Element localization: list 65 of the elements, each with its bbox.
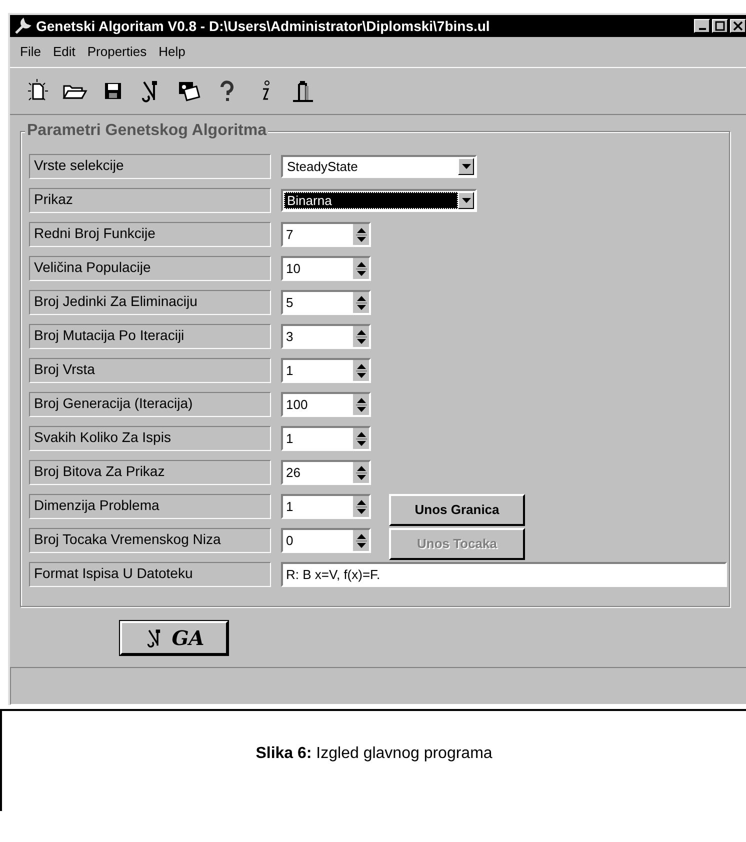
field-label: Broj Vrsta — [29, 358, 271, 383]
close-icon — [733, 21, 743, 31]
spin-arrows-icon[interactable] — [352, 462, 369, 483]
wrench-icon — [14, 17, 32, 35]
dropdown-value: Binarna — [284, 192, 458, 209]
spin-arrows-icon[interactable] — [352, 258, 369, 279]
field-label: Broj Tocaka Vremenskog Niza — [29, 528, 271, 553]
spin-arrows-icon[interactable] — [352, 292, 369, 313]
field-label: Prikaz — [29, 188, 271, 213]
spin-value: 10 — [285, 261, 302, 276]
spin-box[interactable]: 5 — [281, 290, 371, 315]
spin-box[interactable]: 10 — [281, 256, 371, 281]
spin-arrows-icon[interactable] — [352, 326, 369, 347]
spin-box[interactable]: 1 — [281, 494, 371, 519]
field-label: Broj Jedinki Za Eliminaciju — [29, 290, 271, 315]
spin-arrows-icon[interactable] — [352, 530, 369, 551]
spin-value: 5 — [285, 295, 294, 310]
minimize-button[interactable] — [694, 19, 710, 33]
spin-value: 26 — [285, 465, 302, 480]
spin-box[interactable]: 1 — [281, 358, 371, 383]
field-label: Redni Broj Funkcije — [29, 222, 271, 247]
spin-box[interactable]: 7 — [281, 222, 371, 247]
window-title: Genetski Algoritam V0.8 - D:\Users\Administrator\Diplomski\7bins.ul — [36, 18, 491, 34]
dropdown[interactable]: SteadyState — [281, 155, 477, 178]
menu-item[interactable]: Help — [154, 44, 190, 58]
field-label: Format Ispisa U Datoteku — [29, 562, 271, 587]
spin-box[interactable]: 0 — [281, 528, 371, 553]
group-title: Parametri Genetskog Algoritma — [25, 123, 268, 139]
spin-value: 1 — [285, 499, 294, 514]
dropdown-value: SteadyState — [286, 158, 359, 175]
spin-value: 1 — [285, 431, 294, 446]
spin-box[interactable]: 100 — [281, 392, 371, 417]
maximize-icon — [715, 21, 725, 31]
spin-arrows-icon[interactable] — [352, 360, 369, 381]
run-button[interactable]: GA — [120, 621, 228, 655]
field-label: Dimenzija Problema — [29, 494, 271, 519]
spin-arrows-icon[interactable] — [352, 394, 369, 415]
menu-item[interactable]: Properties — [83, 44, 151, 58]
spin-value: 1 — [285, 363, 294, 378]
field-label: Veličina Populacije — [29, 256, 271, 281]
spin-arrows-icon[interactable] — [352, 496, 369, 517]
field-label: Broj Mutacija Po Iteraciji — [29, 324, 271, 349]
spin-value: 3 — [285, 329, 294, 344]
spin-arrows-icon[interactable] — [352, 428, 369, 449]
figure-caption: Slika 6: Izgled glavnog programa — [254, 745, 494, 763]
door-exit-icon[interactable] — [290, 78, 316, 104]
field-label: Vrste selekcije — [29, 154, 271, 179]
spin-arrows-icon[interactable] — [352, 224, 369, 245]
action-button[interactable]: Unos Granica — [389, 494, 525, 526]
spin-box[interactable]: 26 — [281, 460, 371, 485]
field-label: Svakih Koliko Za Ispis — [29, 426, 271, 451]
field-label: Broj Generacija (Iteracija) — [29, 392, 271, 417]
maximize-button[interactable] — [712, 19, 728, 33]
menu-item[interactable]: File — [16, 44, 45, 58]
dropdown[interactable]: Binarna — [281, 189, 477, 212]
spin-box[interactable]: 3 — [281, 324, 371, 349]
spin-box[interactable]: 1 — [281, 426, 371, 451]
close-button[interactable] — [730, 19, 746, 33]
spin-value: 7 — [285, 227, 294, 242]
minimize-icon — [698, 28, 706, 30]
field-label: Broj Bitova Za Prikaz — [29, 460, 271, 485]
spin-value: 0 — [285, 533, 294, 548]
input-field[interactable]: R: B x=V, f(x)=F. — [281, 562, 727, 587]
spin-value: 100 — [285, 397, 309, 412]
menu-item[interactable]: Edit — [48, 44, 80, 58]
